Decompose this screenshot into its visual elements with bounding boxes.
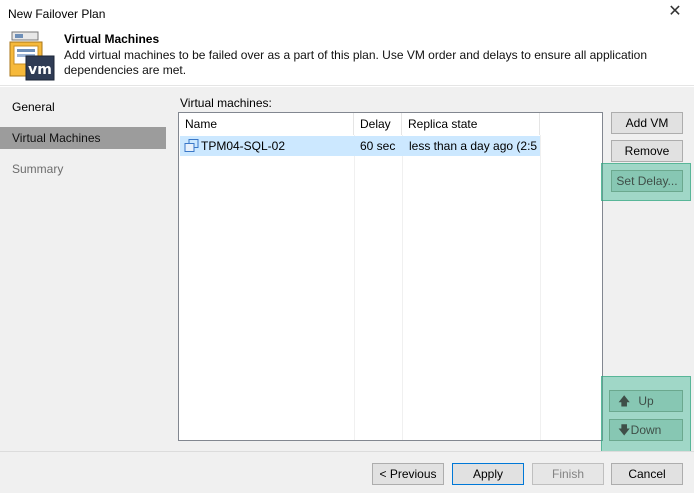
title-bar: New Failover Plan ✕ xyxy=(0,0,694,28)
arrow-up-icon: 🡅 xyxy=(618,394,631,408)
previous-button[interactable]: < Previous xyxy=(372,463,444,485)
move-down-button[interactable]: 🡇 Down xyxy=(609,419,683,441)
set-delay-button[interactable]: Set Delay... xyxy=(611,170,683,192)
vm-row-icon xyxy=(184,139,199,152)
remove-button[interactable]: Remove xyxy=(611,140,683,162)
apply-button[interactable]: Apply xyxy=(452,463,524,485)
page-description: Add virtual machines to be failed over a… xyxy=(64,48,647,77)
step-summary: Summary xyxy=(12,162,64,176)
column-header-delay[interactable]: Delay xyxy=(354,113,402,135)
column-header-replica-state[interactable]: Replica state xyxy=(402,113,540,135)
up-down-highlight xyxy=(601,376,691,454)
move-up-button[interactable]: 🡅 Up xyxy=(609,390,683,412)
vm-list[interactable]: Name Delay Replica state TPM04-SQL-02 60… xyxy=(178,112,603,441)
move-down-label: Down xyxy=(630,423,662,437)
vm-delay: 60 sec xyxy=(360,139,396,153)
column-divider xyxy=(402,135,403,440)
table-row[interactable]: TPM04-SQL-02 60 sec less than a day ago … xyxy=(180,136,540,156)
window-title: New Failover Plan xyxy=(8,7,106,21)
column-header-name[interactable]: Name xyxy=(179,113,354,135)
arrow-down-icon: 🡇 xyxy=(618,423,631,437)
step-virtual-machines[interactable]: Virtual Machines xyxy=(0,127,166,149)
column-divider xyxy=(540,135,541,440)
step-general[interactable]: General xyxy=(0,96,166,118)
move-up-label: Up xyxy=(638,394,654,408)
vm-replica-state: less than a day ago (2:5... xyxy=(409,139,537,153)
virtual-machine-icon: vm xyxy=(9,31,55,81)
wizard-footer: < Previous Apply Finish Cancel xyxy=(0,451,694,493)
close-icon[interactable]: ✕ xyxy=(666,3,684,21)
finish-button: Finish xyxy=(532,463,604,485)
vm-icon-text: vm xyxy=(28,62,52,78)
add-vm-button[interactable]: Add VM xyxy=(611,112,683,134)
column-divider xyxy=(354,135,355,440)
wizard-header: vm Virtual Machines Add virtual machines… xyxy=(0,28,694,86)
vm-name: TPM04-SQL-02 xyxy=(201,139,286,153)
wizard-steps: General Virtual Machines Summary xyxy=(0,87,166,451)
cancel-button[interactable]: Cancel xyxy=(611,463,683,485)
page-title: Virtual Machines xyxy=(64,32,160,46)
vm-list-label: Virtual machines: xyxy=(180,96,272,110)
